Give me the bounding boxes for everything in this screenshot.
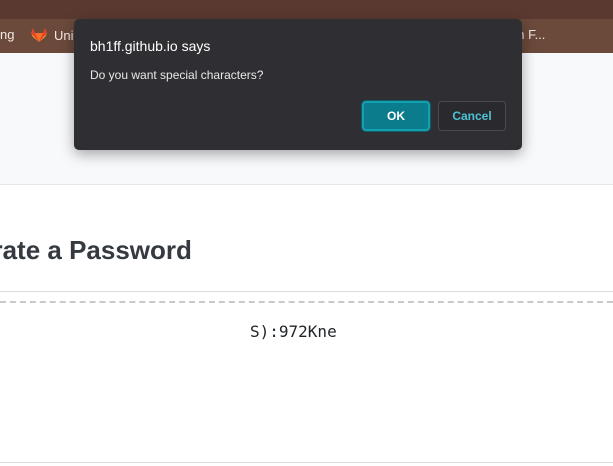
bookmark-item-gitlab[interactable]: Uni bbox=[30, 27, 74, 43]
generated-password: S):972Kne bbox=[250, 322, 337, 341]
confirm-dialog: bh1ff.github.io says Do you want special… bbox=[74, 19, 522, 150]
cancel-button[interactable]: Cancel bbox=[438, 101, 506, 131]
ok-button[interactable]: OK bbox=[362, 101, 430, 131]
gitlab-icon bbox=[31, 28, 47, 42]
bookmark-label: Uni bbox=[54, 27, 74, 43]
divider bbox=[0, 291, 613, 292]
browser-title-strip bbox=[0, 0, 613, 19]
bookmark-item-1[interactable]: ng bbox=[0, 27, 14, 42]
bookmark-label: ng bbox=[0, 27, 15, 42]
divider bbox=[0, 462, 613, 463]
page-title: erate a Password bbox=[0, 235, 192, 265]
dialog-title: bh1ff.github.io says bbox=[90, 38, 211, 54]
dialog-message: Do you want special characters? bbox=[90, 68, 264, 82]
